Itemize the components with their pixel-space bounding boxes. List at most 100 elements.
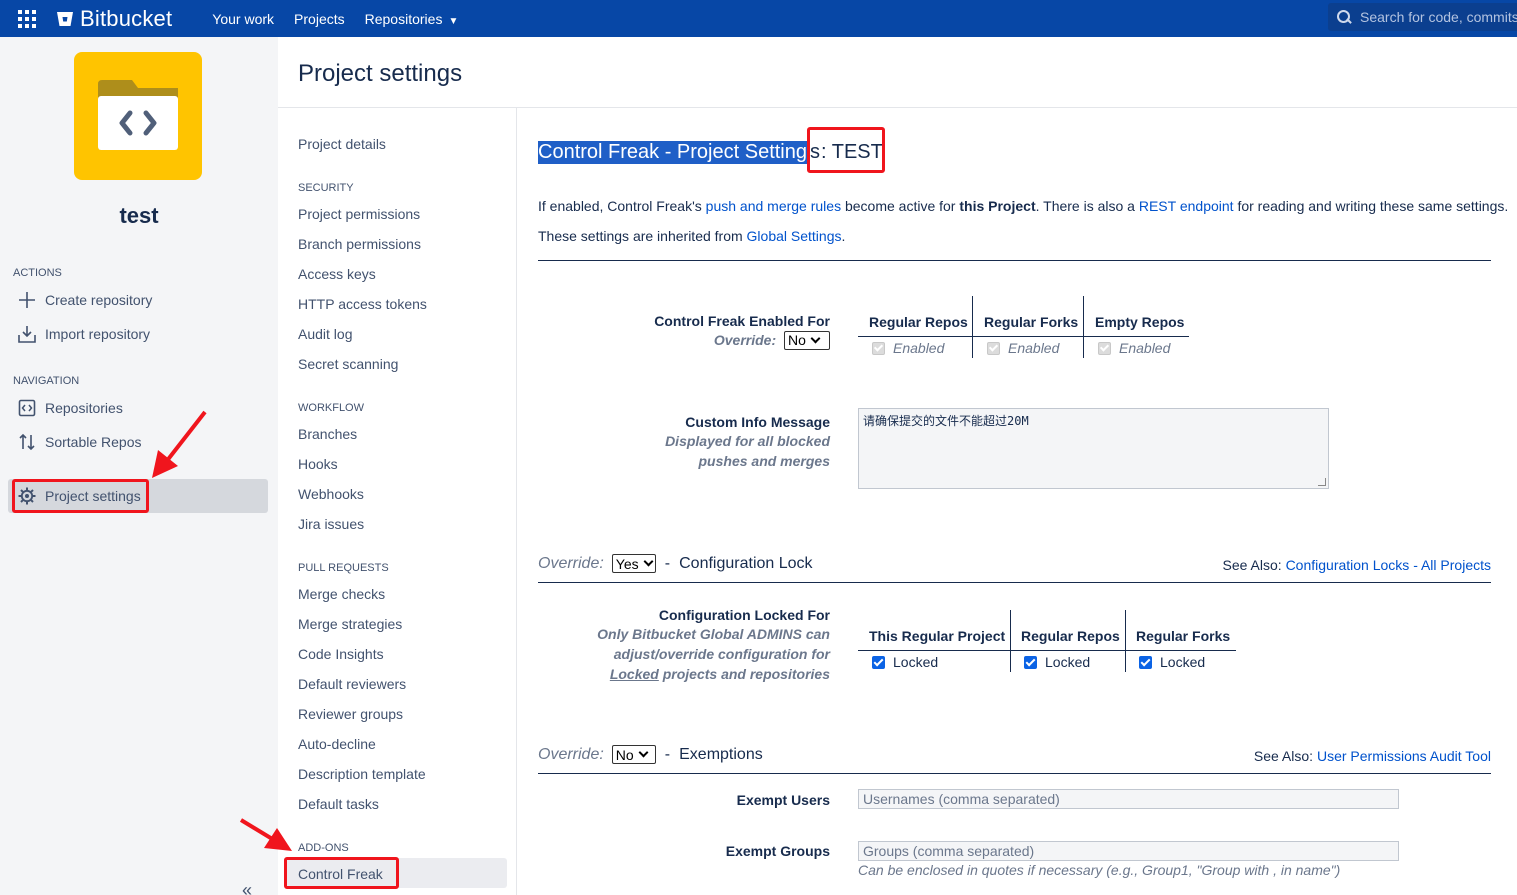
import-repository-label: Import repository xyxy=(45,326,151,342)
top-navigation-bar: Bitbucket Your work Projects Repositorie… xyxy=(0,0,1517,37)
collapse-sidebar-icon[interactable]: « xyxy=(242,880,252,895)
exemptions-row: Override: No - Exemptions xyxy=(538,745,763,764)
header-underline xyxy=(858,336,1189,337)
subnav-http-access-tokens[interactable]: HTTP access tokens xyxy=(298,296,427,312)
subnav-default-tasks[interactable]: Default tasks xyxy=(298,796,379,812)
search-icon xyxy=(1337,10,1351,24)
create-repository-label: Create repository xyxy=(45,292,153,308)
bitbucket-logo-icon xyxy=(57,11,73,26)
header-underline xyxy=(858,650,1236,651)
checkbox-this-project-locked[interactable] xyxy=(872,655,885,669)
import-icon xyxy=(17,324,37,344)
subnav-jira-issues[interactable]: Jira issues xyxy=(298,516,364,532)
exempt-users-input[interactable]: Usernames (comma separated) xyxy=(858,789,1399,809)
config-lock-row: Override: Yes - Configuration Lock xyxy=(538,554,813,573)
global-settings-link[interactable]: Global Settings xyxy=(747,228,842,244)
config-lock-see-also: See Also: Configuration Locks - All Proj… xyxy=(1223,557,1491,573)
enabled-text: Enabled xyxy=(1008,340,1060,356)
inherited-paragraph: These settings are inherited from Global… xyxy=(538,228,845,244)
exemptions-see-also: See Also: User Permissions Audit Tool xyxy=(1254,748,1491,764)
nav-your-work[interactable]: Your work xyxy=(212,11,274,27)
subnav-branches[interactable]: Branches xyxy=(298,426,357,442)
exemptions-override-label: Override: xyxy=(538,745,604,763)
checkbox-regular-repos-locked[interactable] xyxy=(1024,655,1037,669)
subnav-project-details[interactable]: Project details xyxy=(298,136,386,152)
enabled-override-label: Override: xyxy=(713,332,777,348)
enabled-override-value: No xyxy=(788,332,806,348)
user-permissions-audit-link[interactable]: User Permissions Audit Tool xyxy=(1317,748,1491,764)
subnav-code-insights[interactable]: Code Insights xyxy=(298,646,384,662)
push-merge-rules-link[interactable]: push and merge rules xyxy=(706,198,841,214)
enabled-for-label: Control Freak Enabled For xyxy=(654,313,830,329)
bitbucket-logo[interactable]: Bitbucket xyxy=(56,6,172,32)
resize-handle[interactable] xyxy=(1318,478,1326,486)
config-lock-title: Configuration Lock xyxy=(679,554,813,572)
navigation-heading: NAVIGATION xyxy=(13,375,80,387)
subnav-hooks[interactable]: Hooks xyxy=(298,456,338,472)
checkbox-disabled xyxy=(1098,341,1111,355)
subnav-reviewer-groups[interactable]: Reviewer groups xyxy=(298,706,403,722)
app-switcher-icon[interactable] xyxy=(18,9,36,28)
enabled-override-select[interactable]: No xyxy=(784,330,830,350)
custom-message-textarea[interactable]: 请确保提交的文件不能超过20M xyxy=(858,408,1329,489)
subnav-access-keys[interactable]: Access keys xyxy=(298,266,376,282)
nav-repositories[interactable]: Repositories ▼ xyxy=(365,11,459,27)
subnav-secret-scanning[interactable]: Secret scanning xyxy=(298,356,398,372)
intro-paragraph: If enabled, Control Freak's push and mer… xyxy=(538,198,1508,214)
subnav-description-template[interactable]: Description template xyxy=(298,766,426,782)
project-name: test xyxy=(119,203,159,228)
config-locked-sub3: Locked projects and repositories xyxy=(560,664,830,684)
subnav-pull-requests-heading: PULL REQUESTS xyxy=(298,562,389,574)
subnav-webhooks[interactable]: Webhooks xyxy=(298,486,364,502)
inherited-text-end: . xyxy=(841,228,846,244)
page-title: Project settings xyxy=(298,60,463,87)
sidebar-item-sortable-repos[interactable]: Sortable Repos xyxy=(17,429,142,455)
subnav-default-reviewers[interactable]: Default reviewers xyxy=(298,676,406,692)
checkbox-disabled xyxy=(872,341,885,355)
sort-icon xyxy=(17,432,37,452)
col-lock-regular-forks: Regular Forks xyxy=(1136,628,1231,644)
col-regular-repos: Regular Repos xyxy=(869,314,968,330)
subnav-branch-permissions[interactable]: Branch permissions xyxy=(298,236,421,252)
locked-text: Locked xyxy=(893,654,939,670)
sidebar-item-repositories[interactable]: Repositories xyxy=(17,395,123,421)
subnav-auto-decline[interactable]: Auto-decline xyxy=(298,736,376,752)
subnav-merge-checks[interactable]: Merge checks xyxy=(298,586,385,602)
import-repository-link[interactable]: Import repository xyxy=(17,321,150,347)
enabled-text: Enabled xyxy=(1119,340,1171,356)
exemptions-override-select[interactable]: No xyxy=(611,745,656,764)
intro-text-2: become active for xyxy=(841,198,960,214)
chevron-down-icon: ▼ xyxy=(448,15,459,27)
checkbox-disabled xyxy=(987,341,1000,355)
subnav-divider xyxy=(516,108,517,895)
exemptions-title: Exemptions xyxy=(679,745,763,763)
subnav-audit-log[interactable]: Audit log xyxy=(298,326,352,342)
regular-forks-locked: Locked xyxy=(1139,654,1205,670)
section-divider xyxy=(538,582,1491,583)
checkbox-regular-forks-locked[interactable] xyxy=(1139,655,1152,669)
subnav-project-permissions[interactable]: Project permissions xyxy=(298,206,420,222)
config-lock-override-value: Yes xyxy=(615,555,639,572)
create-repository-link[interactable]: Create repository xyxy=(17,287,152,313)
custom-message-sub2: pushes and merges xyxy=(698,453,831,469)
exempt-groups-input[interactable]: Groups (comma separated) xyxy=(858,841,1399,861)
custom-message-label: Custom Info Message xyxy=(685,414,830,430)
search-input[interactable]: Search for code, commits xyxy=(1328,3,1517,31)
project-avatar[interactable] xyxy=(74,52,202,180)
rest-endpoint-link[interactable]: REST endpoint xyxy=(1139,198,1234,214)
config-locked-sub2: adjust/override configuration for xyxy=(613,646,830,662)
sidebar-item-sortable-repos-label: Sortable Repos xyxy=(45,434,142,450)
enabled-text: Enabled xyxy=(893,340,945,356)
nav-projects[interactable]: Projects xyxy=(294,11,345,27)
configuration-locks-link[interactable]: Configuration Locks - All Projects xyxy=(1286,557,1491,573)
col-empty-repos: Empty Repos xyxy=(1095,314,1185,330)
inherited-text: These settings are inherited from xyxy=(538,228,747,244)
separator-dash: - xyxy=(664,554,671,572)
subnav-merge-strategies[interactable]: Merge strategies xyxy=(298,616,402,632)
col-divider xyxy=(972,296,973,358)
app-name: Bitbucket xyxy=(80,5,173,31)
intro-text-3: . There is also a xyxy=(1035,198,1139,214)
annotation-box-control-freak xyxy=(284,857,399,889)
config-lock-override-select[interactable]: Yes xyxy=(611,554,656,573)
locked-underlined: Locked xyxy=(609,666,659,682)
